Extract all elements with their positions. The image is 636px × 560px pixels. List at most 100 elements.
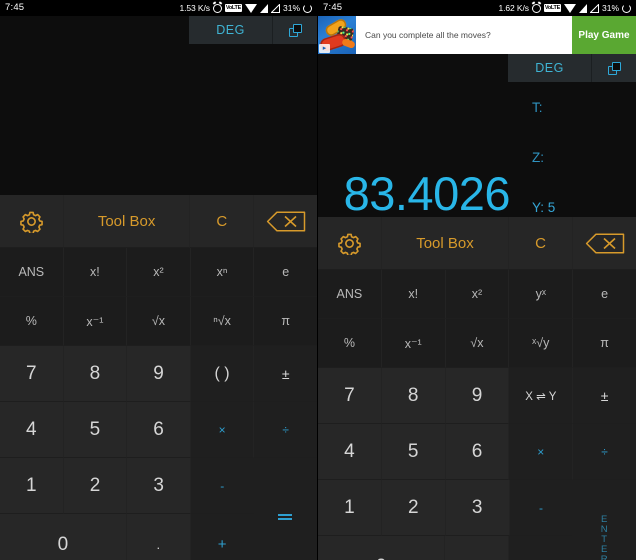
register-t: T: xyxy=(532,99,543,115)
register-y xyxy=(197,144,317,194)
key-percent[interactable]: % xyxy=(0,297,64,346)
left-phone-screen: 7:45 1.53 K/s VoLTE 31% DEG Tool Box C A… xyxy=(0,0,318,560)
key-8[interactable]: 8 xyxy=(381,368,446,424)
key-8[interactable]: 8 xyxy=(63,346,128,402)
clear-button[interactable]: C xyxy=(509,217,573,270)
key-0[interactable]: 0 xyxy=(318,536,446,560)
clear-button[interactable]: C xyxy=(190,195,255,248)
key-multiply[interactable]: × xyxy=(509,424,574,480)
key-e[interactable]: e xyxy=(254,248,317,297)
key-e[interactable]: e xyxy=(573,270,636,319)
key-equals[interactable] xyxy=(253,458,317,560)
settings-button[interactable] xyxy=(318,217,382,270)
key-swap-xy[interactable]: X ⇌ Y xyxy=(509,368,574,424)
backspace-icon xyxy=(585,232,624,254)
signal-outline-icon xyxy=(589,3,599,13)
register-list xyxy=(197,44,317,194)
backspace-button[interactable] xyxy=(254,195,317,248)
key-7[interactable]: 7 xyxy=(0,346,64,402)
angle-unit-toggle[interactable]: DEG xyxy=(189,16,273,44)
function-row-2: % x⁻¹ √x ⁿ√x π xyxy=(0,297,317,346)
key-4[interactable]: 4 xyxy=(0,402,64,458)
key-sqrt[interactable]: √x xyxy=(445,319,510,368)
key-decimal[interactable]: . xyxy=(445,536,510,560)
function-row-1: ANS x! x² yˣ e xyxy=(318,270,636,319)
bottom-block: 1 2 3 - 0 . + xyxy=(0,458,317,560)
key-6[interactable]: 6 xyxy=(445,424,510,480)
status-time: 7:45 xyxy=(323,2,343,13)
key-sign[interactable]: ± xyxy=(573,368,636,424)
ad-text: Can you complete all the moves? xyxy=(365,30,491,40)
right-phone-screen: 7:45 1.62 K/s VoLTE 3 1% ▸ Can you comple… xyxy=(318,0,636,560)
key-square[interactable]: x² xyxy=(127,248,191,297)
key-7[interactable]: 7 xyxy=(318,368,382,424)
key-5[interactable]: 5 xyxy=(381,424,446,480)
number-row-456: 4 5 6 × ÷ xyxy=(318,424,636,480)
key-6[interactable]: 6 xyxy=(127,402,191,458)
toolbar-row: Tool Box C xyxy=(0,195,317,248)
settings-button[interactable] xyxy=(0,195,64,248)
status-bar: 7:45 1.53 K/s VoLTE 31% xyxy=(0,0,317,16)
mode-bar: DEG xyxy=(508,54,636,82)
key-inverse[interactable]: x⁻¹ xyxy=(381,319,446,368)
battery-icon xyxy=(622,3,631,13)
dual-screenshot-comparison: 7:45 1.53 K/s VoLTE 31% DEG Tool Box C A… xyxy=(0,0,636,560)
equals-icon xyxy=(278,512,293,522)
key-9[interactable]: 9 xyxy=(127,346,191,402)
angle-unit-toggle[interactable]: DEG xyxy=(508,54,592,82)
key-1[interactable]: 1 xyxy=(318,480,382,536)
key-percent[interactable]: % xyxy=(318,319,382,368)
key-divide[interactable]: ÷ xyxy=(573,424,636,480)
backspace-button[interactable] xyxy=(573,217,636,270)
key-decimal[interactable]: . xyxy=(126,514,191,560)
network-speed: 1.62 K/s xyxy=(498,3,529,13)
key-xth-root-y[interactable]: ˣ√y xyxy=(509,319,574,368)
backspace-icon xyxy=(266,210,305,232)
network-speed: 1.53 K/s xyxy=(179,3,210,13)
key-3[interactable]: 3 xyxy=(445,480,510,536)
key-add[interactable]: + xyxy=(509,536,573,560)
key-subtract[interactable]: - xyxy=(190,458,254,514)
key-9[interactable]: 9 xyxy=(445,368,510,424)
toolbox-button[interactable]: Tool Box xyxy=(63,195,191,248)
key-4[interactable]: 4 xyxy=(318,424,382,480)
volte-icon: VoLTE xyxy=(543,4,561,12)
copy-icon[interactable] xyxy=(273,16,317,44)
key-enter[interactable]: ENTER xyxy=(572,480,636,560)
ad-choices-icon[interactable]: ▸ xyxy=(319,44,330,53)
bottom-block: 1 2 3 - 0 . + ENTER xyxy=(318,480,636,560)
key-2[interactable]: 2 xyxy=(63,458,128,514)
signal-icon xyxy=(259,3,268,13)
key-parentheses[interactable]: ( ) xyxy=(190,346,255,402)
key-1[interactable]: 1 xyxy=(0,458,64,514)
key-multiply[interactable]: × xyxy=(190,402,255,458)
key-y-power-x[interactable]: yˣ xyxy=(509,270,574,319)
key-0[interactable]: 0 xyxy=(0,514,127,560)
key-ans[interactable]: ANS xyxy=(318,270,382,319)
key-sign[interactable]: ± xyxy=(254,346,317,402)
key-divide[interactable]: ÷ xyxy=(254,402,317,458)
key-3[interactable]: 3 xyxy=(127,458,191,514)
key-factorial[interactable]: x! xyxy=(381,270,446,319)
ad-banner[interactable]: ▸ Can you complete all the moves? Play G… xyxy=(318,16,636,54)
key-factorial[interactable]: x! xyxy=(63,248,128,297)
number-row-789: 7 8 9 ( ) ± xyxy=(0,346,317,402)
key-power-n[interactable]: xⁿ xyxy=(190,248,255,297)
key-subtract[interactable]: - xyxy=(509,480,573,536)
calculator-display: DEG xyxy=(0,16,317,195)
key-pi[interactable]: π xyxy=(254,297,317,346)
number-row-0: 0 . + xyxy=(318,536,573,560)
key-pi[interactable]: π xyxy=(573,319,636,368)
key-sqrt[interactable]: √x xyxy=(127,297,191,346)
key-square[interactable]: x² xyxy=(445,270,510,319)
key-add[interactable]: + xyxy=(190,514,254,560)
key-nth-root[interactable]: ⁿ√x xyxy=(190,297,255,346)
function-row-1: ANS x! x² xⁿ e xyxy=(0,248,317,297)
copy-icon[interactable] xyxy=(592,54,636,82)
toolbox-button[interactable]: Tool Box xyxy=(382,217,509,270)
play-game-button[interactable]: Play Game xyxy=(572,16,636,54)
key-2[interactable]: 2 xyxy=(381,480,446,536)
key-ans[interactable]: ANS xyxy=(0,248,64,297)
key-inverse[interactable]: x⁻¹ xyxy=(63,297,128,346)
key-5[interactable]: 5 xyxy=(63,402,128,458)
